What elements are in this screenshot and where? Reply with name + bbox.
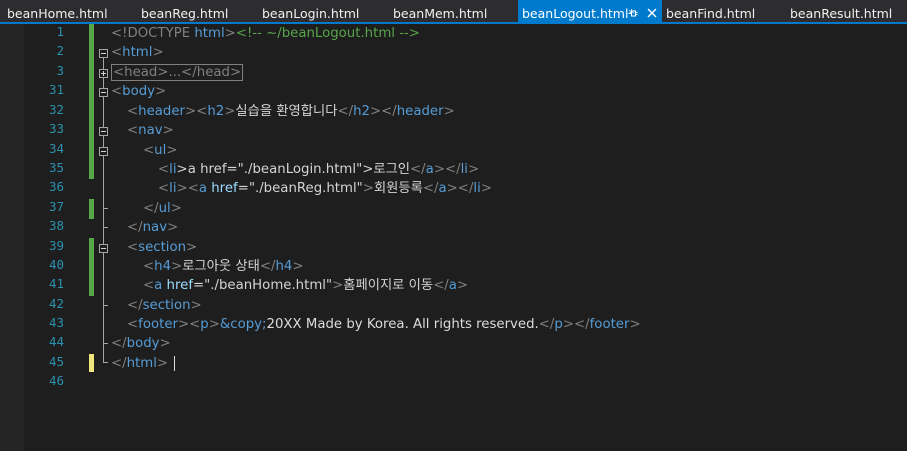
fold-end-mark: [103, 343, 108, 344]
expand-icon[interactable]: [99, 69, 108, 78]
line-number: 41: [48, 276, 64, 291]
saved-change-bar: [89, 238, 94, 296]
collapsed-region[interactable]: <head>...</head>: [111, 64, 244, 81]
code-line-43[interactable]: <footer><p>&copy;20XX Made by Korea. All…: [127, 315, 641, 334]
collapse-icon[interactable]: [99, 88, 108, 97]
tab-beanLogout[interactable]: beanLogout.html*: [518, 0, 662, 22]
code-line-35[interactable]: <li>a href="./beanLogin.html">로그인</a></l…: [158, 160, 479, 179]
tab-label: beanLogout.html*: [522, 6, 635, 21]
tab-label: beanResult.html: [790, 6, 893, 21]
line-number: 32: [48, 102, 64, 117]
code-line-42[interactable]: </section>: [127, 296, 202, 315]
line-number: 45: [48, 354, 64, 369]
fold-end-mark: [103, 227, 108, 228]
code-line-45[interactable]: </html>: [111, 354, 176, 373]
fold-guide: [103, 253, 104, 362]
code-line-40[interactable]: <h4>로그아웃 상태</h4>: [143, 257, 304, 276]
collapse-icon[interactable]: [99, 244, 108, 253]
line-number: 38: [48, 218, 64, 233]
editor-left-margin: [0, 24, 24, 451]
collapse-icon[interactable]: [99, 49, 108, 58]
code-line-41[interactable]: <a href="./beanHome.html">홈페이지로 이동</a>: [143, 276, 468, 295]
fold-guide: [103, 97, 104, 127]
tab-beanLogin[interactable]: beanLogin.html: [262, 0, 359, 22]
code-line-31[interactable]: <body>: [111, 82, 166, 101]
code-line-36[interactable]: <li><a href="./beanReg.html">회원등록</a></l…: [158, 179, 492, 198]
code-line-33[interactable]: <nav>: [127, 121, 174, 140]
collapse-icon[interactable]: [99, 127, 108, 136]
code-line-32[interactable]: <header><h2>실습을 환영합니다</h2></header>: [127, 102, 455, 121]
code-line-37[interactable]: </ul>: [143, 199, 182, 218]
code-editor[interactable]: 1 2 3 31 32 33 34 35 36 37 38 39 40 41 4…: [0, 24, 907, 451]
tab-label: beanHome.html: [7, 6, 108, 21]
line-number: 33: [48, 121, 64, 136]
line-number: 31: [48, 82, 64, 97]
code-line-2[interactable]: <html>: [111, 43, 164, 62]
tab-beanMem[interactable]: beanMem.html: [393, 0, 487, 22]
fold-end-mark: [103, 208, 108, 209]
code-line-1[interactable]: <!DOCTYPE html><!-- ~/beanLogout.html --…: [111, 24, 420, 43]
code-line-3[interactable]: <head>...</head>: [111, 63, 244, 82]
code-line-34[interactable]: <ul>: [143, 141, 177, 160]
tab-label: beanMem.html: [393, 6, 488, 21]
line-number: 34: [48, 141, 64, 156]
tab-label: beanLogin.html: [262, 6, 360, 21]
fold-guide: [103, 58, 104, 69]
line-number: 42: [48, 296, 64, 311]
fold-guide: [103, 78, 104, 88]
tab-beanResult[interactable]: beanResult.html: [790, 0, 892, 22]
fold-end-mark: [103, 362, 108, 363]
collapse-icon[interactable]: [99, 147, 108, 156]
line-number: 43: [48, 315, 64, 330]
text-caret: [174, 355, 176, 371]
saved-change-bar: [89, 24, 94, 179]
line-number: 1: [56, 24, 64, 39]
document-tab-strip: beanHome.html beanReg.html beanLogin.htm…: [0, 0, 907, 24]
code-line-44[interactable]: </body>: [111, 334, 171, 353]
tab-beanReg[interactable]: beanReg.html: [141, 0, 228, 22]
line-number: 36: [48, 179, 64, 194]
code-line-38[interactable]: </nav>: [127, 218, 178, 237]
line-number: 46: [48, 373, 64, 388]
line-number: 2: [56, 43, 64, 58]
line-number: 3: [56, 63, 64, 78]
fold-guide: [103, 156, 104, 244]
tab-label: beanReg.html: [141, 6, 229, 21]
line-number: 39: [48, 238, 64, 253]
tab-beanHome[interactable]: beanHome.html: [7, 0, 108, 22]
fold-guide: [103, 136, 104, 147]
code-line-39[interactable]: <section>: [127, 238, 197, 257]
line-number: 35: [48, 160, 64, 175]
unsaved-change-bar: [89, 354, 94, 372]
tab-beanFind[interactable]: beanFind.html: [666, 0, 755, 22]
line-number: 44: [48, 334, 64, 349]
line-number: 40: [48, 257, 64, 272]
tab-label: beanFind.html: [666, 6, 756, 21]
line-number: 37: [48, 199, 64, 214]
fold-end-mark: [103, 305, 108, 306]
saved-change-bar: [89, 199, 94, 219]
